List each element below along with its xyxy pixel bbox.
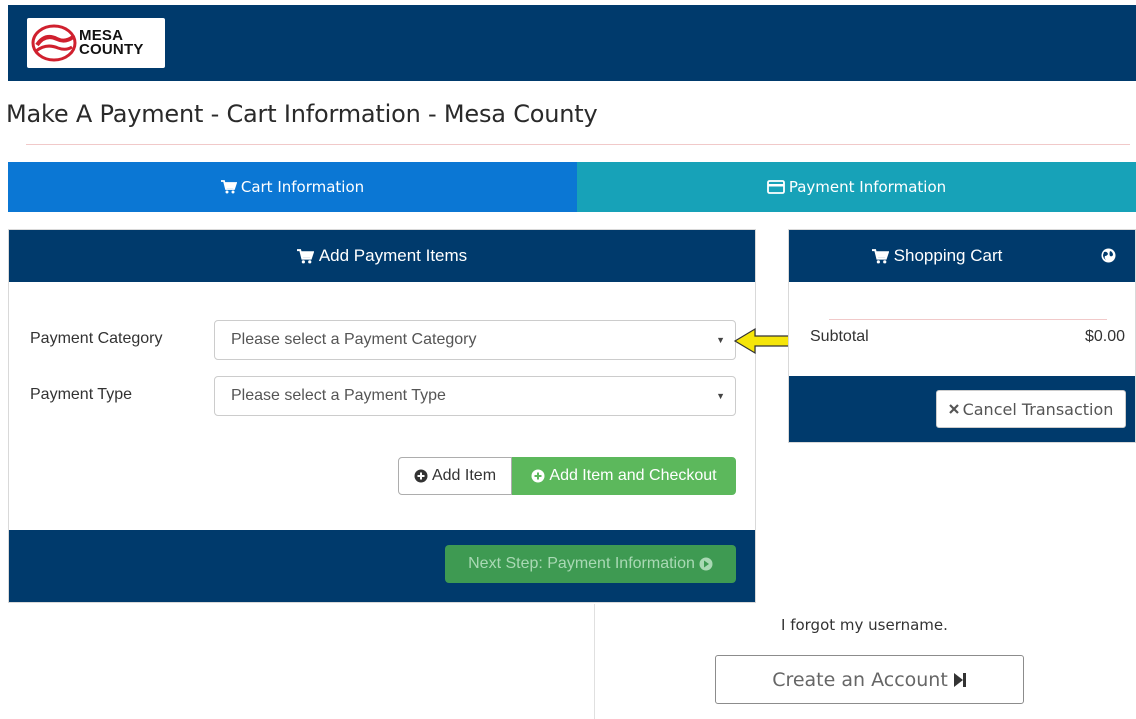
step-payment-information[interactable]: Payment Information [577,162,1136,212]
cart-divider [829,319,1107,320]
next-step-label: Next Step: Payment Information [468,555,695,572]
add-payment-items-header: Add Payment Items [9,230,755,282]
add-item-and-checkout-button[interactable]: Add Item and Checkout [512,457,736,495]
mesa-county-logo[interactable]: MESA COUNTY [27,18,165,68]
shopping-cart-header: Shopping Cart [789,230,1135,282]
step-payment-label: Payment Information [788,178,947,196]
subtotal-value: $0.00 [1084,328,1125,345]
arrow-circle-right-icon [699,557,713,571]
times-icon [948,404,959,414]
next-step-payment-button[interactable]: Next Step: Payment Information [445,545,736,583]
checkout-steps: Cart Information Payment Information [8,162,1136,212]
login-column-divider [594,604,595,719]
logo-text-line2: COUNTY [79,41,144,58]
forgot-username-link[interactable]: I forgot my username. [781,616,948,634]
mesa-county-logo-icon [31,24,77,62]
add-items-footer: Next Step: Payment Information [9,530,755,602]
logo-text: MESA COUNTY [79,28,144,58]
create-account-button[interactable]: Create an Account [715,655,1024,704]
payment-category-label: Payment Category [30,330,163,347]
shopping-cart-footer: Cancel Transaction [789,376,1135,442]
add-payment-items-panel: Add Payment Items Payment Category Pleas… [8,229,756,603]
page-title: Make A Payment - Cart Information - Mesa… [6,100,598,128]
payment-category-select[interactable]: Please select a Payment Category ▼ [214,320,736,360]
plus-circle-icon [414,469,428,483]
payment-type-select[interactable]: Please select a Payment Type ▼ [214,376,736,416]
title-divider [26,144,1130,145]
globe-icon[interactable] [1101,248,1116,263]
add-payment-items-title: Add Payment Items [318,246,468,265]
cart-icon [220,180,237,194]
top-navbar: MESA COUNTY [8,5,1136,81]
credit-card-icon [766,180,785,194]
shopping-cart-panel: Shopping Cart Subtotal $0.00 Cancel Tran… [788,229,1136,443]
add-item-label: Add Item [431,467,497,484]
step-cart-information[interactable]: Cart Information [8,162,577,212]
payment-type-label: Payment Type [30,386,132,403]
shopping-cart-title: Shopping Cart [893,246,1003,265]
subtotal-label: Subtotal [810,328,869,345]
plus-circle-icon [531,469,545,483]
step-cart-label: Cart Information [240,178,365,196]
chevron-down-icon: ▼ [716,391,725,401]
payment-category-placeholder: Please select a Payment Category [231,331,477,348]
payment-type-placeholder: Please select a Payment Type [231,387,446,404]
add-item-button-group: Add Item Add Item and Checkout [398,457,736,495]
chevron-down-icon: ▼ [716,335,725,345]
cancel-transaction-label: Cancel Transaction [962,399,1114,419]
step-forward-icon [953,672,966,687]
create-account-label: Create an Account [772,668,948,691]
add-item-button[interactable]: Add Item [398,457,512,495]
cancel-transaction-button[interactable]: Cancel Transaction [936,390,1126,428]
add-item-and-checkout-label: Add Item and Checkout [549,467,717,484]
cart-icon [871,248,889,263]
cart-icon [296,248,314,263]
